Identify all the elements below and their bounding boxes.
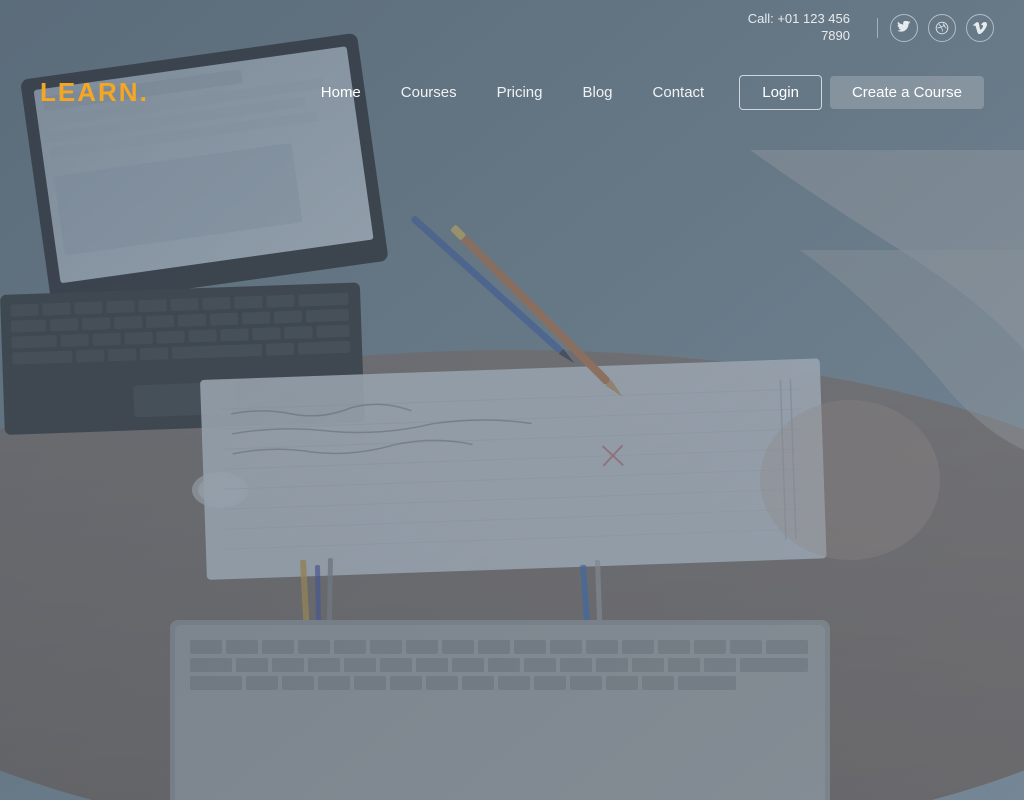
social-icons bbox=[890, 14, 994, 42]
logo-dot: . bbox=[140, 77, 149, 107]
nav-actions: Login Create a Course bbox=[739, 75, 984, 110]
dribbble-icon[interactable] bbox=[928, 14, 956, 42]
logo[interactable]: LEARN. bbox=[40, 77, 149, 108]
logo-text: LEARN bbox=[40, 77, 140, 107]
nav-links: Home Courses Pricing Blog Contact bbox=[301, 76, 724, 109]
login-button[interactable]: Login bbox=[739, 75, 822, 110]
vimeo-icon[interactable] bbox=[966, 14, 994, 42]
nav-pricing[interactable]: Pricing bbox=[477, 76, 563, 109]
nav-blog[interactable]: Blog bbox=[563, 76, 633, 109]
phone-number: Call: +01 123 456 7890 bbox=[748, 11, 850, 45]
nav-courses[interactable]: Courses bbox=[381, 76, 477, 109]
hero-section: Call: +01 123 456 7890 bbox=[0, 0, 1024, 800]
nav-home[interactable]: Home bbox=[301, 76, 381, 109]
navbar: LEARN. Home Courses Pricing Blog Contact… bbox=[0, 55, 1024, 130]
top-bar-divider bbox=[877, 18, 878, 38]
top-bar: Call: +01 123 456 7890 bbox=[0, 0, 1024, 55]
create-course-button[interactable]: Create a Course bbox=[830, 76, 984, 109]
top-bar-right: Call: +01 123 456 7890 bbox=[748, 11, 994, 45]
nav-contact[interactable]: Contact bbox=[633, 76, 725, 109]
twitter-icon[interactable] bbox=[890, 14, 918, 42]
